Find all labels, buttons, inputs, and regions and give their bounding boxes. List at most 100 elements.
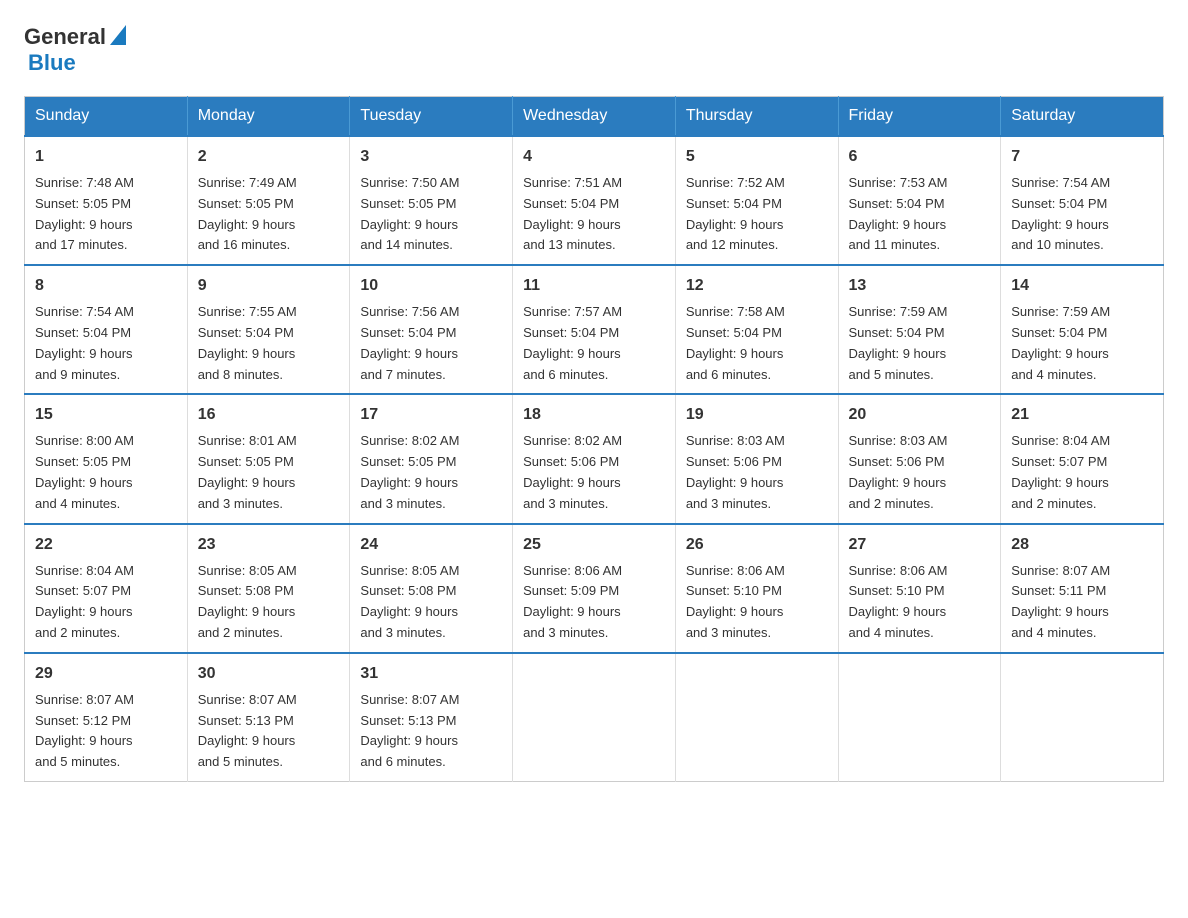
header-day-sunday: Sunday [25,97,188,137]
header-day-tuesday: Tuesday [350,97,513,137]
day-info: Sunrise: 8:02 AMSunset: 5:06 PMDaylight:… [523,431,665,514]
day-number: 1 [35,145,177,169]
day-number: 18 [523,403,665,427]
day-info: Sunrise: 8:03 AMSunset: 5:06 PMDaylight:… [849,431,991,514]
week-row-3: 15 Sunrise: 8:00 AMSunset: 5:05 PMDayligh… [25,394,1164,523]
day-info: Sunrise: 8:07 AMSunset: 5:11 PMDaylight:… [1011,561,1153,644]
calendar-cell: 15 Sunrise: 8:00 AMSunset: 5:05 PMDayligh… [25,394,188,523]
day-number: 24 [360,533,502,557]
day-info: Sunrise: 8:06 AMSunset: 5:10 PMDaylight:… [849,561,991,644]
week-row-1: 1 Sunrise: 7:48 AMSunset: 5:05 PMDaylight… [25,136,1164,265]
calendar-cell: 24Sunrise: 8:05 AMSunset: 5:08 PMDayligh… [350,524,513,653]
day-number: 3 [360,145,502,169]
day-number: 27 [849,533,991,557]
day-number: 4 [523,145,665,169]
calendar-header: SundayMondayTuesdayWednesdayThursdayFrid… [25,97,1164,137]
day-number: 29 [35,662,177,686]
calendar-cell: 16Sunrise: 8:01 AMSunset: 5:05 PMDayligh… [187,394,350,523]
day-info: Sunrise: 8:06 AMSunset: 5:09 PMDaylight:… [523,561,665,644]
logo-line1: General [24,24,126,50]
calendar-cell: 26Sunrise: 8:06 AMSunset: 5:10 PMDayligh… [675,524,838,653]
day-info: Sunrise: 8:01 AMSunset: 5:05 PMDaylight:… [198,431,340,514]
day-number: 15 [35,403,177,427]
day-number: 31 [360,662,502,686]
calendar-body: 1 Sunrise: 7:48 AMSunset: 5:05 PMDaylight… [25,136,1164,781]
calendar-cell: 22 Sunrise: 8:04 AMSunset: 5:07 PMDayligh… [25,524,188,653]
calendar-cell: 4 Sunrise: 7:51 AMSunset: 5:04 PMDaylight… [513,136,676,265]
day-info: Sunrise: 7:51 AMSunset: 5:04 PMDaylight:… [523,173,665,256]
day-info: Sunrise: 7:56 AMSunset: 5:04 PMDaylight:… [360,302,502,385]
day-number: 17 [360,403,502,427]
calendar-cell: 10 Sunrise: 7:56 AMSunset: 5:04 PMDayligh… [350,265,513,394]
day-number: 6 [849,145,991,169]
day-info: Sunrise: 7:53 AMSunset: 5:04 PMDaylight:… [849,173,991,256]
day-info: Sunrise: 7:49 AMSunset: 5:05 PMDaylight:… [198,173,340,256]
calendar-cell: 19 Sunrise: 8:03 AMSunset: 5:06 PMDayligh… [675,394,838,523]
day-info: Sunrise: 8:04 AMSunset: 5:07 PMDaylight:… [35,561,177,644]
header-day-saturday: Saturday [1001,97,1164,137]
calendar-cell: 29 Sunrise: 8:07 AMSunset: 5:12 PMDayligh… [25,653,188,782]
day-info: Sunrise: 7:50 AMSunset: 5:05 PMDaylight:… [360,173,502,256]
week-row-2: 8Sunrise: 7:54 AMSunset: 5:04 PMDaylight… [25,265,1164,394]
day-number: 12 [686,274,828,298]
day-number: 14 [1011,274,1153,298]
calendar-cell [675,653,838,782]
day-info: Sunrise: 7:58 AMSunset: 5:04 PMDaylight:… [686,302,828,385]
calendar-cell [513,653,676,782]
calendar-cell: 5 Sunrise: 7:52 AMSunset: 5:04 PMDaylight… [675,136,838,265]
calendar-cell: 6 Sunrise: 7:53 AMSunset: 5:04 PMDaylight… [838,136,1001,265]
day-number: 23 [198,533,340,557]
day-number: 11 [523,274,665,298]
calendar-cell: 14 Sunrise: 7:59 AMSunset: 5:04 PMDayligh… [1001,265,1164,394]
calendar-cell [1001,653,1164,782]
logo-line2: Blue [28,50,76,76]
calendar-cell: 9 Sunrise: 7:55 AMSunset: 5:04 PMDaylight… [187,265,350,394]
calendar-cell: 27 Sunrise: 8:06 AMSunset: 5:10 PMDayligh… [838,524,1001,653]
calendar-cell: 13Sunrise: 7:59 AMSunset: 5:04 PMDayligh… [838,265,1001,394]
calendar-cell: 28 Sunrise: 8:07 AMSunset: 5:11 PMDayligh… [1001,524,1164,653]
page-header: General Blue [24,24,1164,76]
day-info: Sunrise: 7:48 AMSunset: 5:05 PMDaylight:… [35,173,177,256]
day-info: Sunrise: 7:55 AMSunset: 5:04 PMDaylight:… [198,302,340,385]
day-info: Sunrise: 8:03 AMSunset: 5:06 PMDaylight:… [686,431,828,514]
header-day-wednesday: Wednesday [513,97,676,137]
day-number: 10 [360,274,502,298]
day-info: Sunrise: 7:54 AMSunset: 5:04 PMDaylight:… [1011,173,1153,256]
calendar-table: SundayMondayTuesdayWednesdayThursdayFrid… [24,96,1164,782]
day-number: 21 [1011,403,1153,427]
calendar-cell: 11 Sunrise: 7:57 AMSunset: 5:04 PMDayligh… [513,265,676,394]
calendar-cell: 3 Sunrise: 7:50 AMSunset: 5:05 PMDaylight… [350,136,513,265]
day-info: Sunrise: 8:07 AMSunset: 5:13 PMDaylight:… [360,690,502,773]
calendar-cell: 18 Sunrise: 8:02 AMSunset: 5:06 PMDayligh… [513,394,676,523]
calendar-cell: 8Sunrise: 7:54 AMSunset: 5:04 PMDaylight… [25,265,188,394]
day-number: 8 [35,274,177,298]
day-info: Sunrise: 8:07 AMSunset: 5:13 PMDaylight:… [198,690,340,773]
calendar-cell [838,653,1001,782]
logo-arrow-icon [110,25,126,45]
day-info: Sunrise: 8:05 AMSunset: 5:08 PMDaylight:… [198,561,340,644]
day-number: 22 [35,533,177,557]
day-info: Sunrise: 7:52 AMSunset: 5:04 PMDaylight:… [686,173,828,256]
day-info: Sunrise: 8:06 AMSunset: 5:10 PMDaylight:… [686,561,828,644]
calendar-cell: 17Sunrise: 8:02 AMSunset: 5:05 PMDayligh… [350,394,513,523]
day-number: 20 [849,403,991,427]
week-row-5: 29 Sunrise: 8:07 AMSunset: 5:12 PMDayligh… [25,653,1164,782]
day-info: Sunrise: 8:00 AMSunset: 5:05 PMDaylight:… [35,431,177,514]
calendar-cell: 21Sunrise: 8:04 AMSunset: 5:07 PMDayligh… [1001,394,1164,523]
calendar-cell: 12 Sunrise: 7:58 AMSunset: 5:04 PMDayligh… [675,265,838,394]
header-day-friday: Friday [838,97,1001,137]
logo: General Blue [24,24,126,76]
day-info: Sunrise: 7:57 AMSunset: 5:04 PMDaylight:… [523,302,665,385]
header-day-monday: Monday [187,97,350,137]
day-info: Sunrise: 7:59 AMSunset: 5:04 PMDaylight:… [1011,302,1153,385]
week-row-4: 22 Sunrise: 8:04 AMSunset: 5:07 PMDayligh… [25,524,1164,653]
header-row: SundayMondayTuesdayWednesdayThursdayFrid… [25,97,1164,137]
day-number: 7 [1011,145,1153,169]
day-info: Sunrise: 8:07 AMSunset: 5:12 PMDaylight:… [35,690,177,773]
day-number: 19 [686,403,828,427]
day-number: 25 [523,533,665,557]
day-number: 9 [198,274,340,298]
day-number: 28 [1011,533,1153,557]
logo-blue-text: Blue [28,50,76,76]
day-number: 5 [686,145,828,169]
